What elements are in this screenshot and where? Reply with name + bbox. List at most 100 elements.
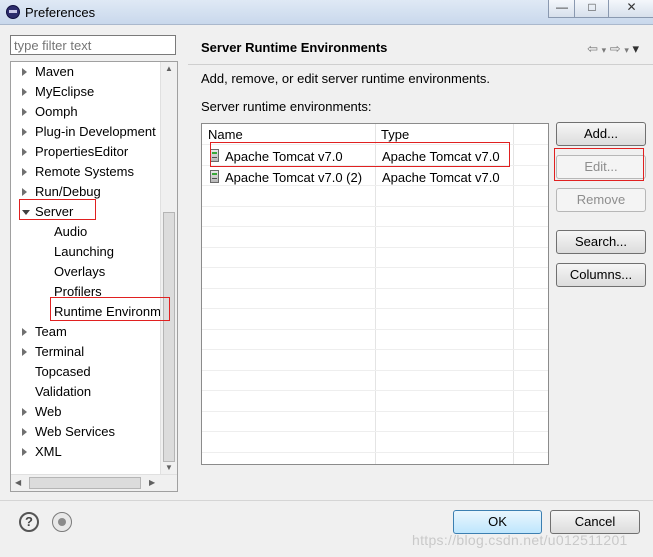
header-separator xyxy=(188,64,653,65)
tree-vertical-scroll-thumb[interactable] xyxy=(163,212,175,462)
tree-item[interactable]: Plug-in Development xyxy=(22,122,156,142)
tree-item[interactable]: Launching xyxy=(54,242,114,262)
help-icon[interactable]: ? xyxy=(19,512,39,532)
collapsed-arrow-icon[interactable] xyxy=(22,88,27,96)
tree-item-label: Run/Debug xyxy=(35,184,101,199)
scroll-down-icon[interactable]: ▼ xyxy=(165,463,173,472)
tree-item[interactable]: Overlays xyxy=(54,262,105,282)
scroll-left-icon[interactable]: ◀ xyxy=(15,478,21,487)
scroll-up-icon[interactable]: ▲ xyxy=(165,64,173,73)
tree-item[interactable]: Web Services xyxy=(22,422,115,442)
preference-tree[interactable]: Maven MyEclipse Oomph Plug-in Development Pr… xyxy=(10,61,178,492)
row-gridline xyxy=(202,328,548,330)
table-row[interactable]: Apache Tomcat v7.0 (2) Apache Tomcat v7.0 xyxy=(202,167,548,187)
row-gridline xyxy=(202,205,548,207)
tree-item-label: PropertiesEditor xyxy=(35,144,129,159)
page-nav: ⇦ ▾ ⇨ ▾ ▾ xyxy=(587,41,639,57)
tree-item[interactable]: MyEclipse xyxy=(22,82,95,102)
tree-item[interactable]: Audio xyxy=(54,222,87,242)
tree-item[interactable]: Web xyxy=(22,402,62,422)
tree-item[interactable]: Oomph xyxy=(22,102,78,122)
tree-horizontal-scrollbar[interactable]: ◀ ▶ xyxy=(11,474,177,491)
record-icon[interactable] xyxy=(52,512,72,532)
tree-item-label: Oomph xyxy=(35,104,78,119)
forward-icon[interactable]: ⇨ xyxy=(610,41,621,56)
runtimes-label: Server runtime environments: xyxy=(201,99,372,114)
scroll-right-icon[interactable]: ▶ xyxy=(149,478,155,487)
row-gridline xyxy=(202,226,548,227)
remove-button[interactable]: Remove xyxy=(556,188,646,212)
runtime-name: Apache Tomcat v7.0 (2) xyxy=(225,170,363,185)
tree-item-label: Plug-in Development xyxy=(35,124,156,139)
preference-page: Server Runtime Environments ⇦ ▾ ⇨ ▾ ▾ Ad… xyxy=(188,30,653,495)
tree-item-label: MyEclipse xyxy=(35,84,95,99)
minimize-button[interactable]: — xyxy=(548,0,576,18)
collapsed-arrow-icon[interactable] xyxy=(22,68,27,76)
tree-item-label: Web Services xyxy=(35,424,115,439)
footer-separator xyxy=(0,500,653,501)
collapsed-arrow-icon[interactable] xyxy=(22,328,27,336)
collapsed-arrow-icon[interactable] xyxy=(22,428,27,436)
cancel-button[interactable]: Cancel xyxy=(550,510,640,534)
add-button[interactable]: Add... xyxy=(556,122,646,146)
runtime-type: Apache Tomcat v7.0 xyxy=(382,170,500,185)
tree-item-label: Maven xyxy=(35,64,75,79)
back-icon[interactable]: ⇦ xyxy=(587,41,598,56)
window-title: Preferences xyxy=(25,5,96,20)
row-gridline xyxy=(202,431,548,432)
runtimes-table[interactable]: Name Type Apache Tomcat v7.0 Apache Tomca… xyxy=(201,123,549,465)
tree-item[interactable]: Topcased xyxy=(35,362,91,382)
page-title: Server Runtime Environments xyxy=(201,40,388,55)
tree-item[interactable]: Validation xyxy=(35,382,91,402)
row-gridline xyxy=(202,369,548,371)
tree-item[interactable]: XML xyxy=(22,442,62,462)
tree-item-label: Terminal xyxy=(35,344,85,359)
collapsed-arrow-icon[interactable] xyxy=(22,128,27,136)
maximize-button[interactable]: □ xyxy=(574,0,610,18)
filter-input[interactable] xyxy=(10,35,176,55)
collapsed-arrow-icon[interactable] xyxy=(22,188,27,196)
row-gridline xyxy=(202,390,548,391)
row-gridline xyxy=(202,410,548,412)
row-gridline xyxy=(202,287,548,289)
eclipse-icon xyxy=(6,5,20,19)
tree-item-label: Validation xyxy=(35,384,92,399)
ok-button[interactable]: OK xyxy=(453,510,542,534)
forward-dropdown-icon[interactable]: ▾ xyxy=(624,45,629,55)
tree-vertical-scrollbar[interactable]: ▲ ▼ xyxy=(160,62,177,476)
row-gridline xyxy=(202,246,548,248)
collapsed-arrow-icon[interactable] xyxy=(22,448,27,456)
tree-item[interactable]: Terminal xyxy=(22,342,85,362)
tree-item-label: Topcased xyxy=(35,364,91,379)
edit-highlight-box xyxy=(554,148,644,181)
server-icon xyxy=(210,170,219,183)
row-gridline xyxy=(202,451,548,453)
tree-item[interactable]: Maven xyxy=(22,62,75,82)
tree-item-label: Overlays xyxy=(54,264,106,279)
column-header-type[interactable]: Type xyxy=(375,124,513,144)
server-highlight-box xyxy=(19,199,96,220)
view-menu-icon[interactable]: ▾ xyxy=(632,41,639,56)
collapsed-arrow-icon[interactable] xyxy=(22,108,27,116)
collapsed-arrow-icon[interactable] xyxy=(22,408,27,416)
collapsed-arrow-icon[interactable] xyxy=(22,168,27,176)
tomcat-row-highlight-box xyxy=(210,142,510,167)
tree-horizontal-scroll-thumb[interactable] xyxy=(29,477,141,489)
tree-item[interactable]: PropertiesEditor xyxy=(22,142,129,162)
tree-item[interactable]: Remote Systems xyxy=(22,162,134,182)
columns-button[interactable]: Columns... xyxy=(556,263,646,287)
tree-item-label: Launching xyxy=(54,244,114,259)
watermark: https://blog.csdn.net/u012511201 xyxy=(412,532,628,548)
tree-item[interactable]: Team xyxy=(22,322,67,342)
collapsed-arrow-icon[interactable] xyxy=(22,148,27,156)
runtime-highlight-box xyxy=(50,297,170,321)
collapsed-arrow-icon[interactable] xyxy=(22,348,27,356)
close-button[interactable]: ✕ xyxy=(608,0,653,18)
row-gridline xyxy=(202,267,548,268)
tree-item-label: Web xyxy=(35,404,62,419)
row-gridline xyxy=(202,349,548,350)
column-header-name[interactable]: Name xyxy=(202,124,375,144)
search-button[interactable]: Search... xyxy=(556,230,646,254)
back-dropdown-icon[interactable]: ▾ xyxy=(602,45,607,55)
tree-item-label: XML xyxy=(35,444,62,459)
